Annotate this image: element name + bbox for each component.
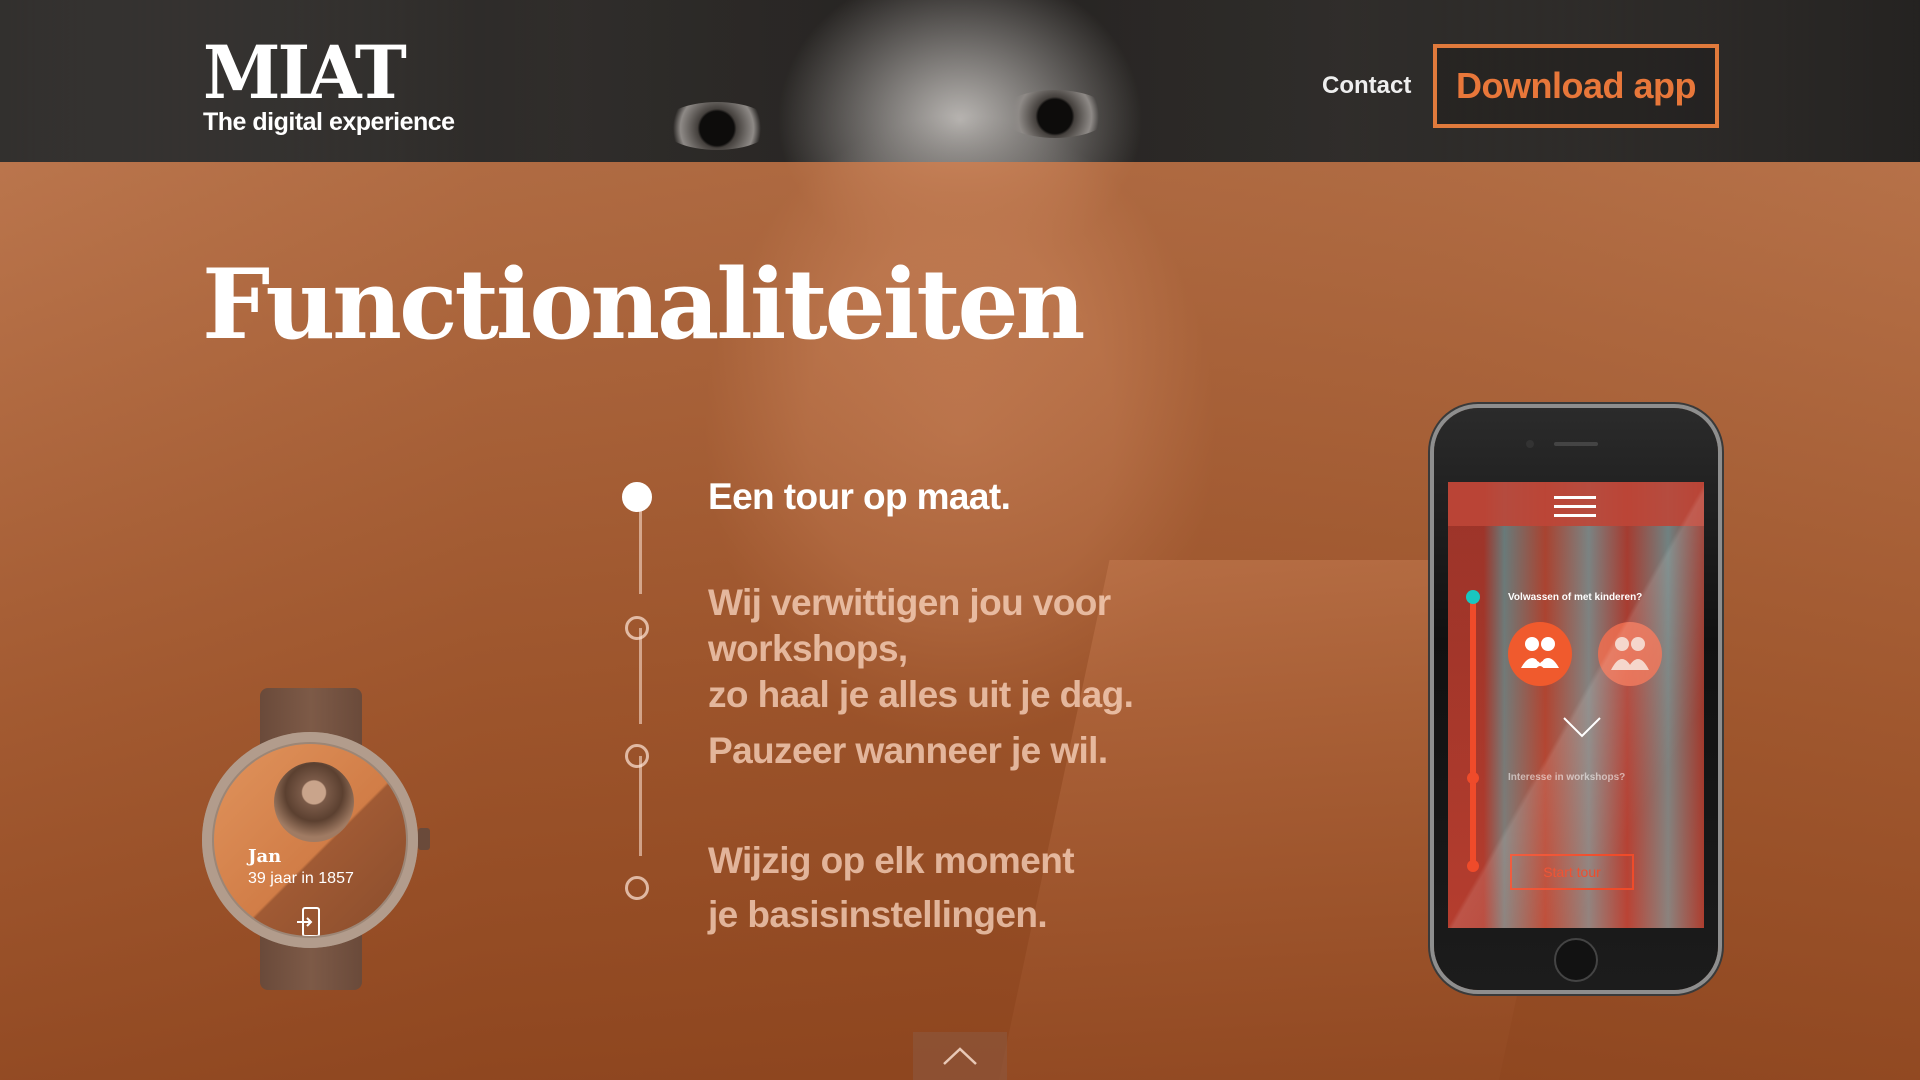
logo-wordmark: MIAT	[203, 28, 407, 117]
smartwatch-mockup: Jan 39 jaar in 1857	[200, 688, 440, 990]
timeline-dot[interactable]	[625, 876, 649, 900]
feature-timeline: Een tour op maat. Wij verwittigen jou vo…	[620, 470, 1300, 940]
watch-crown	[418, 828, 430, 850]
feature-item-1: Een tour op maat.	[708, 476, 1011, 517]
progress-step-dot	[1467, 860, 1479, 872]
timeline-connector	[639, 756, 642, 856]
watch-person-name: Jan	[248, 846, 282, 867]
timeline-connector	[639, 504, 642, 594]
feature-item-4: Wijzig op elk moment je basisinstellinge…	[708, 840, 1075, 935]
site-header: MIAT The digital experience Contact Down…	[0, 0, 1920, 162]
phone-mockup: Volwassen of met kinderen? Interesse in …	[1434, 408, 1718, 990]
progress-step-dot	[1467, 772, 1479, 784]
timeline-dot[interactable]	[625, 616, 649, 640]
watch-face: Jan 39 jaar in 1857	[214, 744, 406, 936]
feature-item-2: Wij verwittigen jou voor workshops, zo h…	[708, 582, 1134, 715]
watch-person-age: 39 jaar in 1857	[248, 870, 354, 887]
start-tour-button[interactable]: Start tour	[1510, 854, 1634, 890]
avatar	[274, 762, 354, 842]
scroll-to-top-button[interactable]	[913, 1032, 1007, 1080]
chevron-down-icon[interactable]	[1562, 716, 1602, 742]
phone-screen: Volwassen of met kinderen? Interesse in …	[1448, 482, 1704, 928]
phone-home-button	[1554, 938, 1598, 982]
enter-app-icon[interactable]	[214, 904, 406, 936]
timeline-dot-active[interactable]	[622, 482, 652, 512]
adults-icon[interactable]	[1598, 622, 1662, 686]
page-title: Functionaliteiten	[202, 248, 1085, 361]
watch-case: Jan 39 jaar in 1857	[202, 732, 418, 948]
adults-with-children-icon[interactable]	[1508, 622, 1572, 686]
timeline-connector	[639, 628, 642, 724]
logo[interactable]: MIAT The digital experience	[203, 28, 455, 136]
phone-speaker	[1554, 442, 1598, 446]
question-audience: Volwassen of met kinderen?	[1508, 592, 1643, 603]
progress-current-dot	[1466, 590, 1480, 604]
hamburger-menu-icon[interactable]	[1554, 496, 1596, 523]
chevron-up-icon	[943, 1047, 977, 1065]
nav-contact-link[interactable]: Contact	[1322, 72, 1411, 100]
progress-track	[1470, 596, 1476, 866]
phone-camera	[1526, 440, 1534, 448]
timeline-dot[interactable]	[625, 744, 649, 768]
question-workshops: Interesse in workshops?	[1508, 772, 1626, 783]
download-app-button[interactable]: Download app	[1433, 44, 1719, 128]
feature-item-3: Pauzeer wanneer je wil.	[708, 730, 1108, 771]
